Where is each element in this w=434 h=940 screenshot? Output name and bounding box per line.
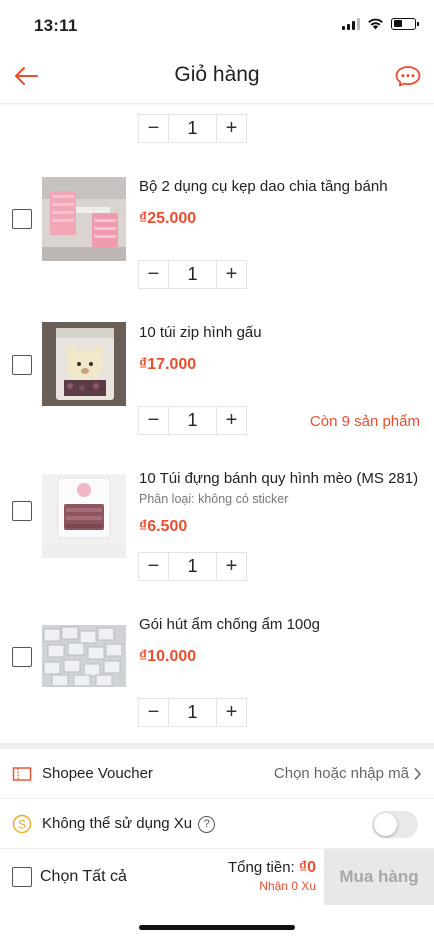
product-image[interactable] xyxy=(42,625,126,687)
increase-button[interactable]: + xyxy=(217,115,246,142)
header: Giỏ hàng xyxy=(0,48,434,104)
coins-row: S Không thể sử dụng Xu? xyxy=(0,799,434,849)
select-all-label[interactable]: Chọn Tất cả xyxy=(40,868,127,886)
svg-text:S: S xyxy=(18,818,26,832)
quantity-value[interactable]: 1 xyxy=(168,553,217,580)
product-price: ₫6.500 xyxy=(139,518,188,535)
status-icons xyxy=(342,17,419,30)
stock-remaining: Còn 9 sản phẩm xyxy=(309,413,420,430)
chat-bubble-icon xyxy=(395,66,421,87)
battery-icon xyxy=(391,17,419,30)
quantity-value[interactable]: 1 xyxy=(168,115,217,142)
increase-button[interactable]: + xyxy=(217,407,246,434)
item-checkbox[interactable] xyxy=(12,209,32,229)
increase-button[interactable]: + xyxy=(217,699,246,726)
total-label: Tổng tiền: xyxy=(228,859,295,876)
decrease-button[interactable]: − xyxy=(139,553,168,580)
buy-button[interactable]: Mua hàng xyxy=(324,849,434,905)
cart-item: 10 túi zip hình gấu ₫17.000 − 1 + Còn 9 … xyxy=(0,306,434,452)
chat-button[interactable] xyxy=(392,60,424,92)
quantity-stepper[interactable]: − 1 + xyxy=(138,698,247,727)
status-bar: 13:11 xyxy=(0,0,434,48)
increase-button[interactable]: + xyxy=(217,553,246,580)
signal-icon xyxy=(342,17,360,30)
product-name[interactable]: Gói hút ẩm chống ẩm 100g xyxy=(139,616,320,633)
product-price: ₫25.000 xyxy=(139,210,197,227)
quantity-stepper[interactable]: − 1 + xyxy=(138,114,247,143)
item-checkbox[interactable] xyxy=(12,647,32,667)
product-price: ₫10.000 xyxy=(139,648,197,665)
product-image[interactable] xyxy=(42,177,126,261)
product-image[interactable] xyxy=(42,322,126,406)
cart-item: Bộ 2 dụng cụ kẹp dao chia tầng bánh ₫25.… xyxy=(0,160,434,306)
quantity-stepper[interactable]: − 1 + xyxy=(138,552,247,581)
decrease-button[interactable]: − xyxy=(139,261,168,288)
voucher-select[interactable]: Chọn hoặc nhập mã xyxy=(274,765,422,782)
decrease-button[interactable]: − xyxy=(139,407,168,434)
decrease-button[interactable]: − xyxy=(139,115,168,142)
shopee-coin-icon: S xyxy=(12,814,32,834)
increase-button[interactable]: + xyxy=(217,261,246,288)
cart-item: Gói hút ẩm chống ẩm 100g ₫10.000 − 1 + xyxy=(0,598,434,744)
quantity-value[interactable]: 1 xyxy=(168,407,217,434)
quantity-stepper[interactable]: − 1 + xyxy=(138,260,247,289)
product-variant[interactable]: Phân loại: không có sticker xyxy=(139,492,288,506)
page-title: Giỏ hàng xyxy=(174,63,260,86)
quantity-stepper[interactable]: − 1 + xyxy=(138,406,247,435)
voucher-label: Shopee Voucher xyxy=(42,765,153,782)
coins-label-text: Không thể sử dụng Xu xyxy=(42,815,193,832)
coins-toggle[interactable] xyxy=(372,811,418,838)
product-name[interactable]: Bộ 2 dụng cụ kẹp dao chia tầng bánh xyxy=(139,178,388,195)
select-all-checkbox[interactable] xyxy=(12,867,32,887)
cart-list[interactable]: − 1 + Bộ 2 dụng cụ kẹp dao chia tầng bán… xyxy=(0,105,434,745)
toggle-knob xyxy=(374,813,397,836)
wifi-icon xyxy=(368,18,383,30)
help-icon[interactable]: ? xyxy=(198,815,216,833)
product-image[interactable] xyxy=(42,474,126,558)
item-checkbox[interactable] xyxy=(12,501,32,521)
decrease-button[interactable]: − xyxy=(139,699,168,726)
product-name[interactable]: 10 Túi đựng bánh quy hình mèo (MS 281) xyxy=(139,470,418,487)
product-price: ₫17.000 xyxy=(139,356,197,373)
total-summary: Tổng tiền: ₫0 Nhận 0 Xu xyxy=(228,859,316,893)
quantity-value[interactable]: 1 xyxy=(168,699,217,726)
total-amount: ₫0 xyxy=(298,859,316,876)
checkout-bar: Chọn Tất cả Tổng tiền: ₫0 Nhận 0 Xu Mua … xyxy=(0,849,434,905)
voucher-row[interactable]: Shopee Voucher Chọn hoặc nhập mã xyxy=(0,749,434,799)
home-indicator xyxy=(139,925,295,930)
coins-earned: Nhận 0 Xu xyxy=(259,879,316,893)
quantity-value[interactable]: 1 xyxy=(168,261,217,288)
chevron-right-icon xyxy=(414,767,422,780)
voucher-action-text[interactable]: Chọn hoặc nhập mã xyxy=(274,765,409,782)
cart-item: 10 Túi đựng bánh quy hình mèo (MS 281) P… xyxy=(0,452,434,598)
item-checkbox[interactable] xyxy=(12,355,32,375)
coins-label: Không thể sử dụng Xu? xyxy=(42,815,216,833)
status-time: 13:11 xyxy=(34,16,78,35)
product-name[interactable]: 10 túi zip hình gấu xyxy=(139,324,262,341)
voucher-ticket-icon xyxy=(12,767,32,781)
